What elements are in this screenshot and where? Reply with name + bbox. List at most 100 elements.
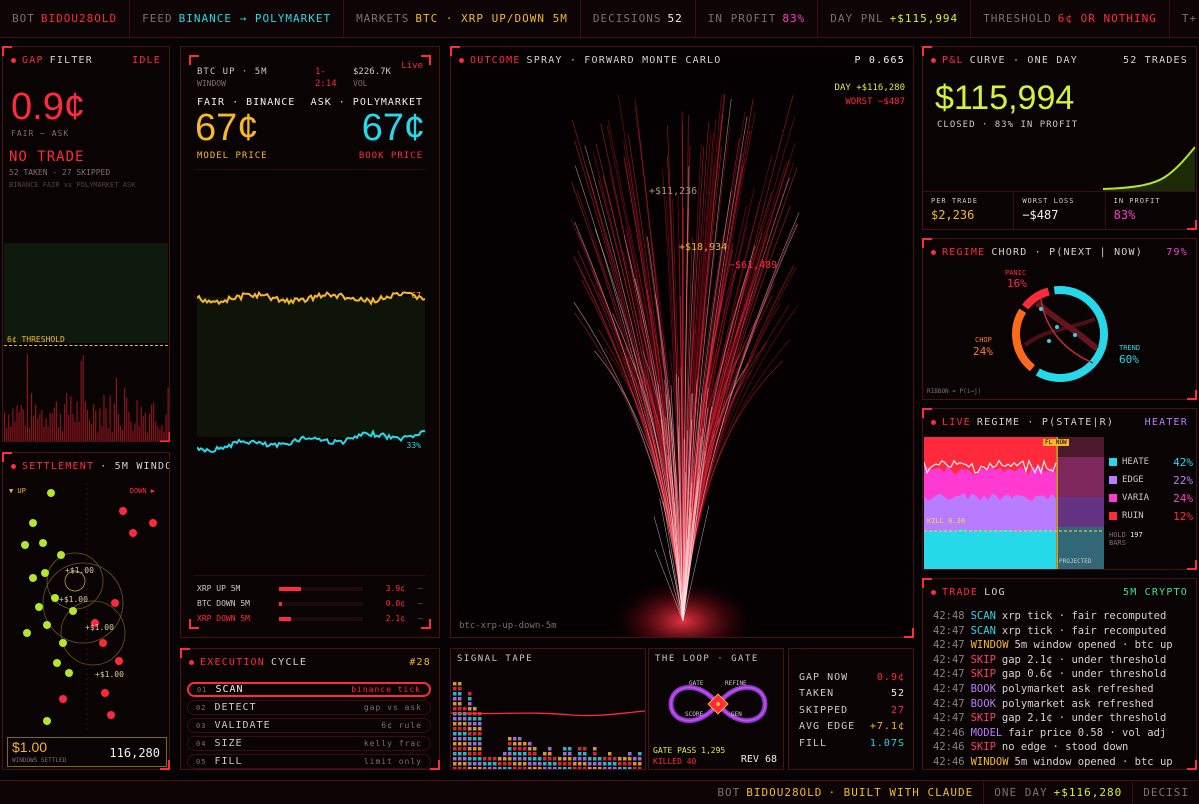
log-line: 42:47 BOOK polymarket ask refreshed	[933, 682, 1192, 697]
gap-value: 0.9¢	[11, 86, 85, 128]
topbar-clock: T+ 00:0	[1170, 0, 1199, 37]
step-label: DETECT	[214, 702, 257, 713]
log-tag: SKIP	[970, 653, 996, 666]
legend-name: VARIA	[1122, 493, 1150, 503]
row-dash: –	[418, 599, 423, 608]
status-dot-icon	[459, 57, 464, 63]
log-line: 42:46 SKIP no edge · stood down	[933, 740, 1192, 755]
step-left: 03 VALIDATE	[196, 720, 271, 731]
row-value: 2.1¢	[385, 614, 405, 623]
settlement-amount-3: +$1.00	[85, 623, 114, 632]
step-label: VALIDATE	[214, 720, 271, 731]
bottom-day-label: ONE DAY	[994, 786, 1048, 799]
settlement-amount-2: +$1.00	[59, 595, 88, 604]
daypnl-value: +$115,994	[889, 12, 959, 25]
live-regime-state: HEATER	[1144, 416, 1188, 428]
row-value: 0.0¢	[385, 599, 405, 608]
log-line: 42:47 SKIP gap 0.6¢ · under threshold	[933, 667, 1192, 682]
log-line: 42:47 BOOK polymarket ask refreshed	[933, 697, 1192, 712]
gap-filter-title-b: FILTER	[49, 54, 93, 66]
step-hint: gap vs ask	[363, 703, 422, 712]
step-left: 05 FILL	[196, 756, 243, 767]
settlement-amount-1: +$1.00	[65, 566, 94, 575]
bottom-bot-value: BIDOU28OLD	[746, 786, 823, 799]
trend-value: 60%	[1119, 353, 1139, 366]
chop-value: 24%	[973, 345, 993, 358]
daypnl-label: DAY PNL	[830, 12, 884, 25]
bottombar-tail: DECISI	[1132, 781, 1199, 804]
log-time: 42:47	[933, 682, 965, 695]
top-status-bar: BOT BIDOU28OLD FEED BINANCE → POLYMARKET M…	[0, 0, 1199, 38]
log-time: 42:46	[933, 741, 965, 754]
path-label-3: −$61,489	[729, 260, 778, 271]
settlement-title-b: · 5M WINDO	[100, 460, 169, 472]
step-size[interactable]: 04 SIZE kelly frac	[187, 736, 431, 751]
legend-item: RUIN 12%	[1109, 507, 1193, 525]
gap-stat-value: 1.07S	[869, 737, 905, 749]
now-tag: FL NOW	[1043, 439, 1069, 446]
chop-label: CHOP	[975, 336, 992, 344]
pnl-title-b: CURVE · ONE DAY	[969, 54, 1078, 66]
threshold-value: 6¢ OR NOTHING	[1057, 12, 1157, 25]
gap-filter-status: IDLE	[132, 54, 161, 66]
built-with: · BUILT WITH CLAUDE	[828, 786, 974, 799]
inprofit-value: 83%	[782, 12, 806, 25]
threshold-line	[4, 345, 168, 346]
log-time: 42:47	[933, 639, 965, 652]
live-regime-title-b: REGIME · P(STATE|R)	[976, 416, 1115, 428]
topbar-bot: BOT BIDOU28OLD	[0, 0, 131, 37]
loop-gate-label: GATE	[689, 680, 704, 687]
live-badge: Live	[401, 61, 423, 71]
window-value: 1-	[315, 67, 326, 77]
log-time: 42:48	[933, 610, 965, 622]
spray-worst: WORST −$487	[845, 97, 905, 107]
step-detect[interactable]: 02 DETECT gap vs ask	[187, 700, 431, 715]
pnl-title-a: P&L	[942, 54, 964, 66]
signal-tape-chart	[451, 682, 645, 769]
panic-label: PANIC	[1005, 269, 1027, 277]
loop-title: THE LOOP · GATE	[655, 654, 759, 664]
regime-legend: HEATE 42% EDGE 22% VARIA 24% RUIN 12%	[1109, 453, 1193, 525]
spray-footer: btc-xrp-up-down-5m	[459, 621, 557, 631]
settled-total: $1.00	[12, 739, 48, 755]
inprofit-label: IN PROFIT	[707, 12, 777, 25]
log-time: 42:47	[933, 668, 965, 681]
log-line: 42:47 SKIP gap 2.1¢ · under threshold	[933, 711, 1192, 726]
verdict: NO TRADE	[9, 149, 85, 165]
threshold-zone	[4, 243, 168, 343]
step-validate[interactable]: 03 VALIDATE 6¢ rule	[187, 718, 431, 733]
log-time: 42:46	[933, 726, 965, 739]
bottombar-bot: BOT BIDOU28OLD · BUILT WITH CLAUDE	[707, 781, 983, 804]
fair-top-tag: 67	[411, 291, 421, 300]
gap-bar	[279, 601, 363, 606]
log-time: 42:47	[933, 712, 965, 725]
step-fill[interactable]: 05 FILL limit only	[187, 754, 431, 769]
projected-label: PROJECTED	[1059, 558, 1092, 565]
loop-gen-label: GEN	[731, 711, 742, 718]
gap-stat-row: GAP NOW 0.9¢	[799, 669, 905, 686]
trend-label: TREND	[1119, 344, 1141, 352]
model-caption: MODEL PRICE	[197, 151, 268, 161]
settlement-panel: SETTLEMENT · 5M WINDO ▼ UP DOWN ▶ +$1.00…	[2, 452, 170, 770]
gap-stats-panel: GAP NOW 0.9¢ TAKEN 52 SKIPPED 27 AVG EDGE +7.1¢…	[788, 648, 914, 770]
legend-value: 22%	[1173, 473, 1193, 487]
pnl-trades: 52 TRADES	[1123, 54, 1188, 66]
legend-item: EDGE 22%	[1109, 471, 1193, 489]
legend-swatch	[1109, 476, 1117, 484]
gap-stat-value: 52	[890, 688, 905, 700]
legend-left: VARIA	[1109, 493, 1149, 503]
loop-diagram	[668, 684, 768, 724]
gap-filter-title-a: GAP	[22, 54, 44, 66]
regime-chord-title-b: CHORD · P(NEXT | NOW)	[991, 246, 1143, 258]
gap-stat-value: 27	[890, 704, 905, 716]
volume-value: $226.7K	[353, 67, 391, 77]
spray-day: DAY +$116,280	[834, 83, 905, 93]
step-left: 02 DETECT	[196, 702, 257, 713]
step-scan[interactable]: 01 SCAN binance tick	[187, 682, 431, 697]
feed-label: FEED	[142, 12, 173, 25]
trade-log-list[interactable]: 42:48 SCAN xrp tick · fair recomputed 42:47…	[933, 609, 1192, 770]
market-gap-rows: XRP UP 5M 3.9¢ – BTC DOWN 5M 0.0¢ – XRP DOWN 5…	[197, 581, 423, 626]
pnl-stat: IN PROFIT 83%	[1104, 192, 1196, 230]
log-text: fair price 0.58 · vol adj	[1008, 726, 1167, 739]
log-tag: SKIP	[970, 668, 996, 681]
